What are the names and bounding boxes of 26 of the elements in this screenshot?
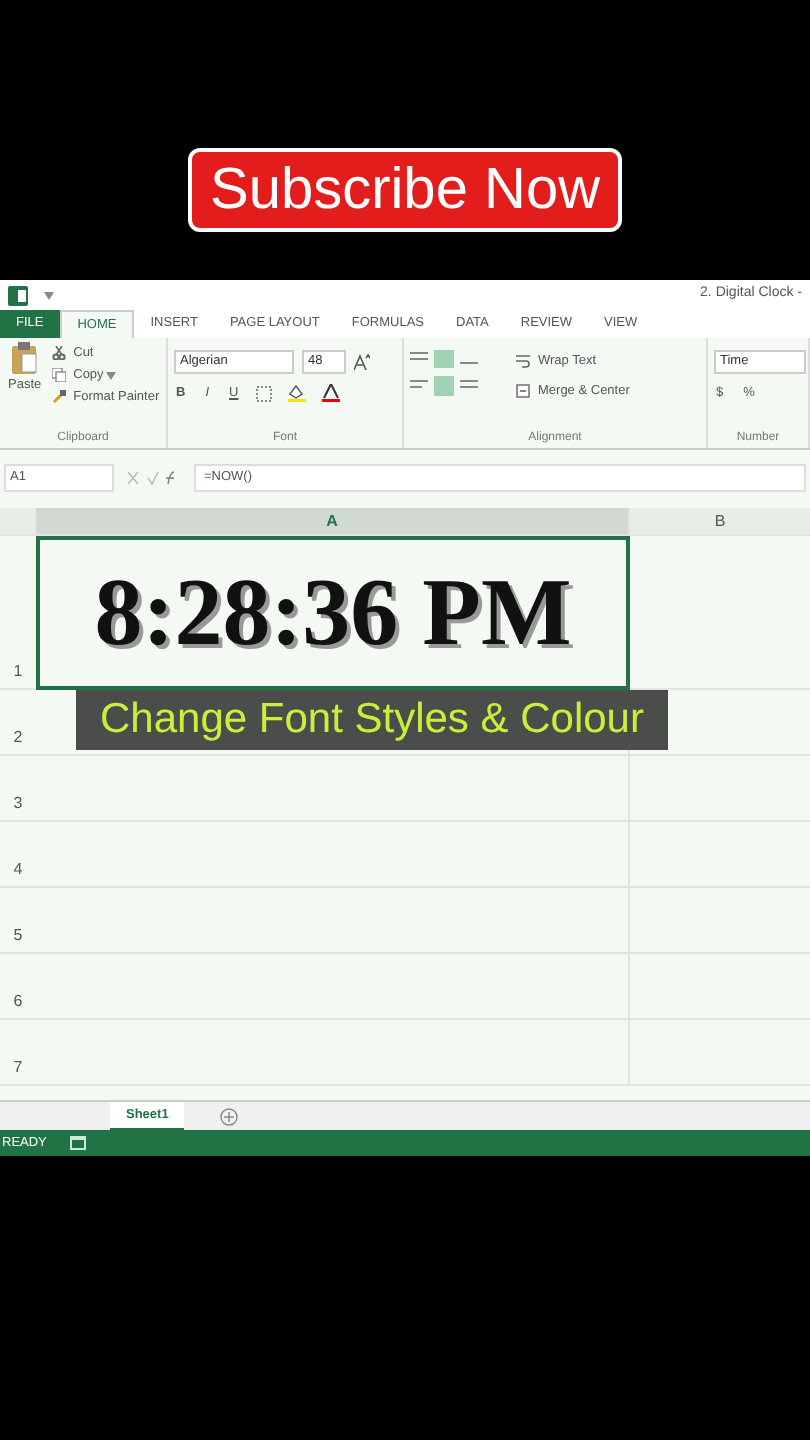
font-color-icon[interactable] <box>322 384 341 402</box>
row-header[interactable]: 4 <box>0 822 36 888</box>
wrap-icon <box>516 354 530 368</box>
merge-icon <box>516 384 530 398</box>
row-header[interactable]: 7 <box>0 1020 36 1086</box>
select-all-corner[interactable] <box>0 508 36 536</box>
row-header[interactable]: 5 <box>0 888 36 954</box>
scissors-icon <box>51 346 66 360</box>
grow-font-icon[interactable] <box>354 354 370 370</box>
clock-cell[interactable]: 8:28:36 PM <box>36 536 630 690</box>
copy-icon <box>51 368 66 382</box>
row-header[interactable]: 3 <box>0 756 36 822</box>
add-sheet-icon[interactable] <box>220 1107 239 1125</box>
caption-overlay: Change Font Styles & Colour <box>76 690 668 751</box>
column-header[interactable]: B <box>630 508 810 536</box>
border-icon[interactable] <box>256 385 273 401</box>
row-header[interactable]: 6 <box>0 954 36 1020</box>
caret-icon[interactable] <box>105 371 116 379</box>
fill-color-icon[interactable] <box>288 384 307 402</box>
row-header[interactable]: 2 <box>0 690 36 756</box>
brush-icon <box>51 390 66 404</box>
subscribe-banner: Subscribe Now <box>187 147 623 233</box>
row-header[interactable]: 1 <box>0 536 36 690</box>
app-icon <box>8 285 28 305</box>
caret-icon[interactable] <box>44 291 54 299</box>
column-header[interactable]: A <box>36 508 630 536</box>
